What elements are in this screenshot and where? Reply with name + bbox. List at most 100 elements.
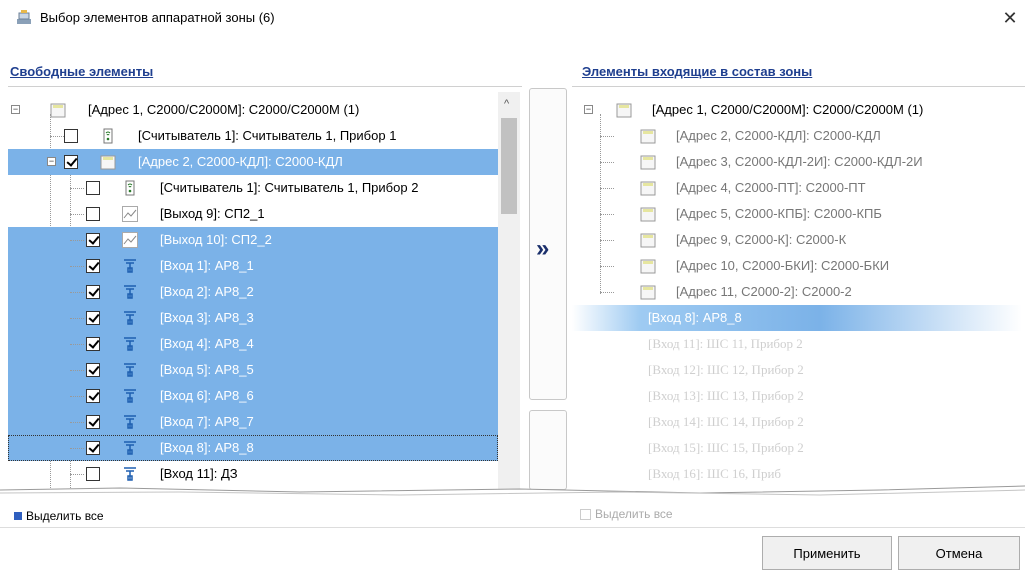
tree-item-input-5[interactable]: [Вход 5]: АР8_5 (8, 357, 498, 383)
tree-item-input-4[interactable]: [Вход 4]: АР8_4 (8, 331, 498, 357)
tree-line (70, 292, 84, 293)
reader-icon (125, 180, 135, 196)
tree-item-label: [Адрес 1, С2000/С2000М]: С2000/С2000М (1… (652, 102, 924, 117)
zone-tree-item-device-3[interactable]: [Адрес 3, С2000-КДЛ-2И]: С2000-КДЛ-2И (572, 149, 1022, 175)
drag-ghost-row: [Вход 12]: ШС 12, Прибор 2 (572, 357, 1022, 383)
tree-item-label: [Вход 12]: ШС 12, Прибор 2 (648, 362, 804, 377)
tree-item-input-2[interactable]: [Вход 2]: АР8_2 (8, 279, 498, 305)
device-icon (640, 285, 656, 300)
input-icon (124, 337, 136, 351)
tree-item-label: [Вход 1]: АР8_1 (160, 258, 254, 273)
tree-item-reader-1[interactable]: [Считыватель 1]: Считыватель 1, Прибор 1 (8, 123, 498, 149)
zone-tree-item-device-10[interactable]: [Адрес 10, С2000-БКИ]: С2000-БКИ (572, 253, 1022, 279)
tree-line (600, 162, 614, 163)
tree-item-label: [Вход 8]: АР8_8 (648, 310, 742, 325)
tree-item-device-2[interactable]: − [Адрес 2, С2000-КДЛ]: С2000-КДЛ (8, 149, 498, 175)
tree-item-input-8[interactable]: [Вход 8]: АР8_8 (8, 435, 498, 461)
tree-item-device-1[interactable]: − [Адрес 1, С2000/С2000М]: С2000/С2000М … (8, 97, 498, 123)
tree-line (600, 292, 614, 293)
transfer-controls: » (527, 88, 569, 490)
item-checkbox[interactable] (86, 389, 100, 403)
zone-tree-item-device-2[interactable]: [Адрес 2, С2000-КДЛ]: С2000-КДЛ (572, 123, 1022, 149)
tree-item-input-1[interactable]: [Вход 1]: АР8_1 (8, 253, 498, 279)
tree-line (600, 188, 614, 189)
tree-line (600, 240, 614, 241)
input-icon (124, 441, 136, 455)
tree-line (50, 136, 64, 137)
item-checkbox[interactable] (86, 441, 100, 455)
item-checkbox[interactable] (86, 467, 100, 481)
device-icon (640, 181, 656, 196)
left-scrollbar[interactable]: ^ (498, 92, 520, 490)
select-all-checkbox[interactable] (14, 512, 22, 520)
tree-item-output-10[interactable]: [Выход 10]: СП2_2 (8, 227, 498, 253)
move-to-zone-button[interactable]: » (529, 88, 567, 400)
tree-line (70, 266, 84, 267)
tree-line (70, 396, 84, 397)
item-checkbox[interactable] (86, 207, 100, 221)
zone-elements-tree[interactable]: − [Адрес 1, С2000/С2000М]: С2000/С2000М … (572, 92, 1025, 490)
select-all-free[interactable]: Выделить все (14, 509, 104, 523)
tree-line (70, 318, 84, 319)
free-elements-tree[interactable]: − [Адрес 1, С2000/С2000М]: С2000/С2000М … (8, 92, 522, 490)
apply-button[interactable]: Применить (762, 536, 892, 570)
item-checkbox[interactable] (86, 311, 100, 325)
left-header-divider (8, 86, 522, 87)
drag-ghost-row: [Вход 13]: ШС 13, Прибор 2 (572, 383, 1022, 409)
tree-item-label: [Выход 10]: СП2_2 (160, 232, 272, 247)
zone-elements-header: Элементы входящие в состав зоны (582, 64, 813, 79)
move-from-zone-button[interactable] (529, 410, 567, 490)
tree-item-label: [Адрес 9, С2000-К]: С2000-К (676, 232, 847, 247)
item-checkbox[interactable] (86, 285, 100, 299)
zone-tree-item-device-11[interactable]: [Адрес 11, С2000-2]: С2000-2 (572, 279, 1022, 305)
input-icon (124, 363, 136, 377)
item-checkbox[interactable] (86, 337, 100, 351)
input-icon (124, 259, 136, 273)
tree-item-label: [Адрес 10, С2000-БКИ]: С2000-БКИ (676, 258, 890, 273)
tree-line (70, 474, 84, 475)
zone-tree-item-device-5[interactable]: [Адрес 5, С2000-КПБ]: С2000-КПБ (572, 201, 1022, 227)
window-title: Выбор элементов аппаратной зоны (6) (40, 10, 275, 25)
zone-tree-item-device-4[interactable]: [Адрес 4, С2000-ПТ]: С2000-ПТ (572, 175, 1022, 201)
device-icon (640, 259, 656, 274)
device-icon (640, 207, 656, 222)
drag-ghost-row: [Вход 8]: АР8_8 (572, 305, 1022, 331)
zone-icon (17, 10, 31, 24)
cancel-button[interactable]: Отмена (898, 536, 1020, 570)
device-icon (640, 233, 656, 248)
item-checkbox[interactable] (86, 415, 100, 429)
close-button[interactable]: ✕ (995, 0, 1025, 36)
scroll-up-icon[interactable]: ^ (504, 98, 509, 110)
collapse-toggle[interactable]: − (584, 105, 593, 114)
tree-item-output-9[interactable]: [Выход 9]: СП2_1 (8, 201, 498, 227)
item-checkbox[interactable] (64, 155, 78, 169)
close-icon: ✕ (1002, 7, 1018, 28)
tree-item-reader-2[interactable]: [Считыватель 1]: Считыватель 1, Прибор 2 (8, 175, 498, 201)
zone-tree-item-device-1[interactable]: − [Адрес 1, С2000/С2000М]: С2000/С2000М … (572, 97, 1022, 123)
item-checkbox[interactable] (86, 363, 100, 377)
item-checkbox[interactable] (86, 259, 100, 273)
tree-item-input-3[interactable]: [Вход 3]: АР8_3 (8, 305, 498, 331)
collapse-toggle[interactable]: − (11, 105, 20, 114)
device-icon (616, 103, 632, 118)
tree-item-input-6[interactable]: [Вход 6]: АР8_6 (8, 383, 498, 409)
torn-edge (0, 485, 1025, 502)
zone-tree-item-device-9[interactable]: [Адрес 9, С2000-К]: С2000-К (572, 227, 1022, 253)
tree-line (600, 266, 614, 267)
collapse-toggle[interactable]: − (47, 157, 56, 166)
tree-item-label: [Считыватель 1]: Считыватель 1, Прибор 1 (138, 128, 397, 143)
tree-item-label: [Адрес 4, С2000-ПТ]: С2000-ПТ (676, 180, 866, 195)
item-checkbox[interactable] (86, 181, 100, 195)
tree-line (70, 370, 84, 371)
select-all-checkbox[interactable] (580, 508, 591, 520)
tree-item-input-7[interactable]: [Вход 7]: АР8_7 (8, 409, 498, 435)
item-checkbox[interactable] (64, 129, 78, 143)
title-bar: Выбор элементов аппаратной зоны (6) ✕ (0, 0, 1025, 36)
select-all-zone[interactable]: Выделить все (580, 507, 673, 521)
tree-line (70, 240, 84, 241)
item-checkbox[interactable] (86, 233, 100, 247)
tree-item-label: [Вход 11]: ДЗ (160, 466, 238, 481)
scroll-thumb[interactable] (501, 118, 517, 214)
tree-item-label: [Вход 7]: АР8_7 (160, 414, 254, 429)
tree-item-label: [Вход 5]: АР8_5 (160, 362, 254, 377)
